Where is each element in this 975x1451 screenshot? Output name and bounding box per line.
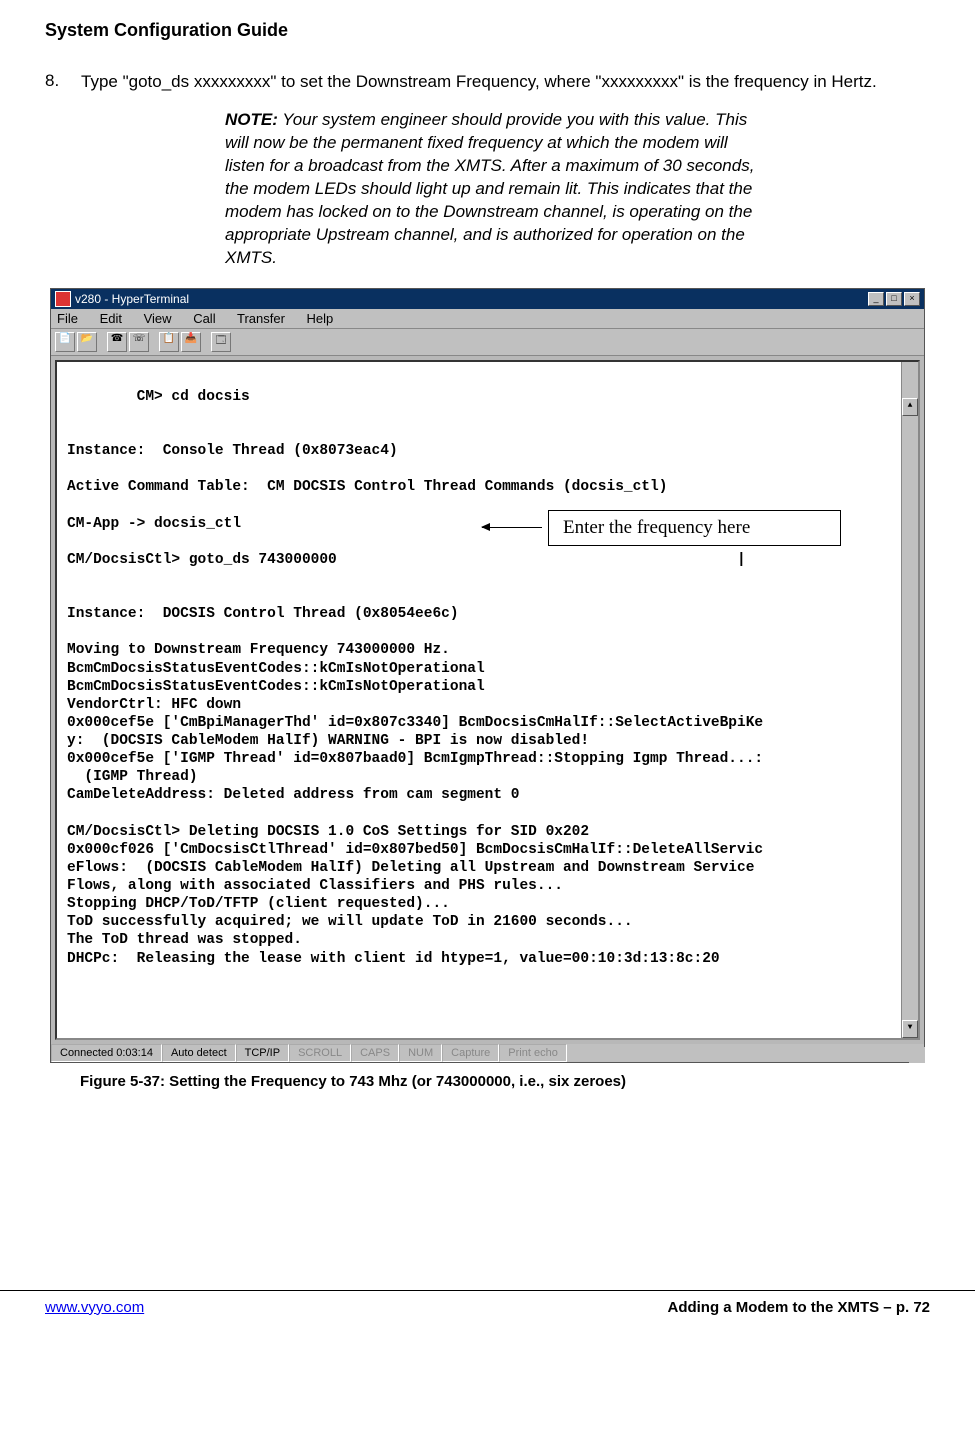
status-capture: Capture <box>442 1044 499 1062</box>
status-connected: Connected 0:03:14 <box>51 1044 162 1062</box>
step-8: 8. Type "goto_ds xxxxxxxxx" to set the D… <box>45 71 930 94</box>
status-autodetect: Auto detect <box>162 1044 236 1062</box>
step-text: Type "goto_ds xxxxxxxxx" to set the Down… <box>81 71 930 94</box>
resize-grip-icon[interactable] <box>909 1047 925 1063</box>
note-label: NOTE: <box>225 110 278 129</box>
figure-caption: Figure 5-37: Setting the Frequency to 74… <box>80 1073 930 1090</box>
toolbar-send-icon[interactable]: 📋 <box>159 332 179 352</box>
menubar: File Edit View Call Transfer Help <box>51 309 924 329</box>
footer-page-info: Adding a Modem to the XMTS – p. 72 <box>667 1299 930 1316</box>
menu-file[interactable]: File <box>57 311 78 326</box>
scroll-up-icon[interactable]: ▲ <box>902 398 918 416</box>
toolbar-hangup-icon[interactable]: ☏ <box>129 332 149 352</box>
menu-help[interactable]: Help <box>307 311 334 326</box>
callout-text: Enter the frequency here <box>548 510 841 546</box>
menu-transfer[interactable]: Transfer <box>237 311 285 326</box>
terminal-output: CM> cd docsis Instance: Console Thread (… <box>55 360 920 1040</box>
screenshot: v280 - HyperTerminal _ □ × File Edit Vie… <box>50 288 925 1063</box>
scrollbar[interactable]: ▲ ▼ <box>901 362 918 1038</box>
toolbar-call-icon[interactable]: ☎ <box>107 332 127 352</box>
toolbar: 📄 📂 ☎ ☏ 📋 📥 🗔 <box>51 329 924 356</box>
menu-call[interactable]: Call <box>193 311 215 326</box>
page-footer: www.vyyo.com Adding a Modem to the XMTS … <box>0 1290 975 1334</box>
annotation-callout: Enter the frequency here <box>482 510 841 546</box>
close-button[interactable]: × <box>904 292 920 306</box>
window-titlebar: v280 - HyperTerminal _ □ × <box>51 289 924 309</box>
hyperterminal-window: v280 - HyperTerminal _ □ × File Edit Vie… <box>50 288 925 1063</box>
app-icon <box>55 291 71 307</box>
toolbar-new-icon[interactable]: 📄 <box>55 332 75 352</box>
page-title: System Configuration Guide <box>45 20 930 41</box>
status-scroll: SCROLL <box>289 1044 351 1062</box>
arrow-icon <box>482 527 542 528</box>
maximize-button[interactable]: □ <box>886 292 902 306</box>
status-protocol: TCP/IP <box>236 1044 289 1062</box>
status-caps: CAPS <box>351 1044 399 1062</box>
step-number: 8. <box>45 71 81 94</box>
menu-edit[interactable]: Edit <box>100 311 122 326</box>
toolbar-open-icon[interactable]: 📂 <box>77 332 97 352</box>
status-num: NUM <box>399 1044 442 1062</box>
menu-view[interactable]: View <box>144 311 172 326</box>
toolbar-properties-icon[interactable]: 🗔 <box>211 332 231 352</box>
footer-url[interactable]: www.vyyo.com <box>45 1299 144 1316</box>
window-title: v280 - HyperTerminal <box>75 292 189 306</box>
toolbar-receive-icon[interactable]: 📥 <box>181 332 201 352</box>
note-body: Your system engineer should provide you … <box>225 110 754 267</box>
minimize-button[interactable]: _ <box>868 292 884 306</box>
scroll-down-icon[interactable]: ▼ <box>902 1020 918 1038</box>
status-printecho: Print echo <box>499 1044 567 1062</box>
statusbar: Connected 0:03:14 Auto detect TCP/IP SCR… <box>51 1044 924 1062</box>
note-block: NOTE: Your system engineer should provid… <box>225 109 760 270</box>
terminal-text: CM> cd docsis Instance: Console Thread (… <box>67 389 763 967</box>
